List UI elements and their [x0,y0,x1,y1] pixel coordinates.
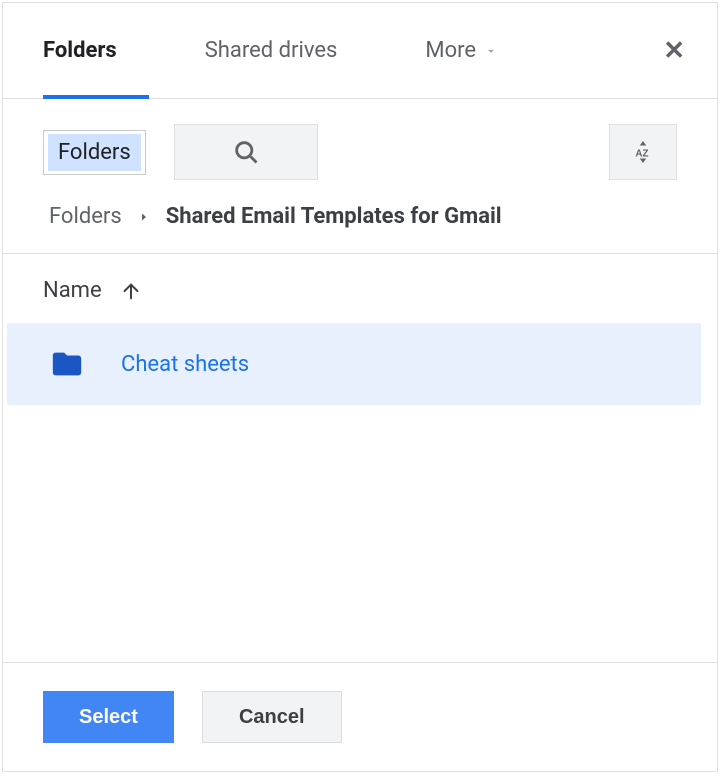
chevron-down-icon [484,44,498,58]
tab-more-label: More [425,38,476,63]
sort-button[interactable]: AZ [609,124,677,180]
breadcrumb-current: Shared Email Templates for Gmail [166,204,502,229]
breadcrumb: Folders Shared Email Templates for Gmail [3,198,717,253]
active-tab-underline [43,95,149,99]
arrow-up-icon [120,280,142,302]
column-name-label: Name [43,278,102,303]
folder-icon [47,347,87,381]
folders-filter-chip[interactable]: Folders [43,130,146,175]
list-item[interactable]: Cheat sheets [7,323,701,405]
folder-name: Cheat sheets [121,352,249,377]
list-header[interactable]: Name [3,254,717,323]
close-icon[interactable]: ✕ [663,38,685,64]
dialog-footer: Select Cancel [3,662,717,771]
tab-bar: Folders Shared drives More ✕ [3,3,717,99]
cancel-button[interactable]: Cancel [202,691,342,743]
select-button[interactable]: Select [43,691,174,743]
tab-more[interactable]: More [425,4,498,97]
chevron-right-icon [138,210,150,224]
search-button[interactable] [174,124,318,180]
tab-shared-drives[interactable]: Shared drives [205,4,338,97]
folders-filter-label: Folders [48,134,141,171]
tab-folders[interactable]: Folders [43,4,117,97]
search-icon [232,138,260,166]
toolbar: Folders AZ [3,99,717,198]
breadcrumb-root[interactable]: Folders [49,204,122,229]
svg-text:AZ: AZ [635,148,648,159]
sort-az-icon: AZ [630,139,656,165]
spacer [3,405,717,662]
file-picker-dialog: Folders Shared drives More ✕ Folders AZ … [2,2,718,772]
